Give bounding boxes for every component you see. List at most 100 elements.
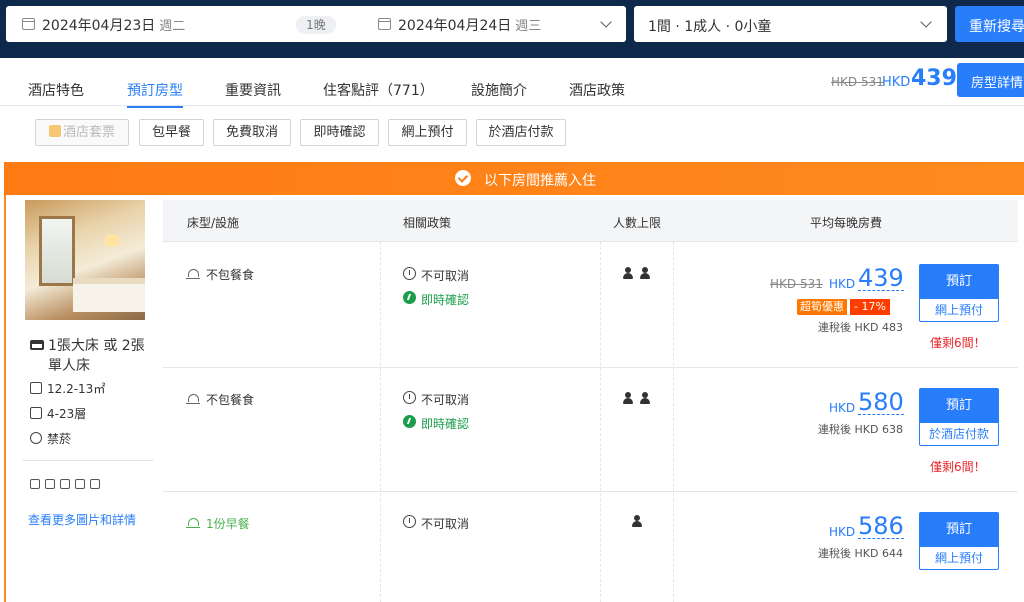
nav-original-price: HKD 531 (831, 75, 884, 89)
filter-package-label: 酒店套票 (62, 125, 115, 140)
room-photo[interactable] (25, 200, 145, 320)
filter-pay-at-hotel[interactable]: 於酒店付款 (476, 119, 566, 146)
header-policy: 相關政策 (403, 216, 452, 230)
rooms-left: 僅剩6間！ (930, 460, 986, 474)
meal-label: 1份早餐 (206, 517, 250, 531)
rooms-left: 僅剩6間！ (930, 336, 986, 350)
rate-table-header (163, 200, 1018, 242)
policy-instant-confirm: 即時確認 (403, 291, 469, 308)
policy-cancel: 不可取消 (403, 267, 469, 284)
checkin-date[interactable]: 2024年04月23日 週二 (42, 15, 185, 35)
policy-cancel-label: 不可取消 (421, 269, 470, 283)
room-floor-value: 4-23層 (47, 407, 87, 421)
person-icon (623, 267, 633, 279)
room-details-button[interactable]: 房型詳情 (957, 63, 1024, 97)
nav-lowest-price: 439 (911, 66, 957, 91)
bed-type: 1張大床 或 2張單人床 (48, 338, 145, 374)
date-range-picker[interactable]: 2024年04月23日 週二 1晚 2024年04月24日 週三 (6, 6, 626, 42)
policy-confirm-label: 即時確認 (421, 293, 470, 307)
row-divider (163, 491, 1018, 492)
tab-reviews[interactable]: 住客點評（771） (323, 80, 434, 100)
person-icon (632, 515, 642, 527)
room-photo-lamp (105, 234, 119, 246)
package-icon (48, 125, 61, 137)
room-size-value: 12.2-13㎡ (47, 382, 106, 396)
bath-icon (75, 479, 85, 489)
tab-rooms[interactable]: 預訂房型 (127, 80, 183, 108)
check-circle-icon (455, 170, 471, 186)
recommended-banner: 以下房間推薦入住 (4, 162, 1024, 195)
chevron-down-icon (920, 16, 932, 28)
header-max-guests: 人數上限 (613, 216, 662, 230)
header-nightly-rate: 平均每晚房費 (810, 216, 883, 230)
calendar-icon (378, 18, 391, 30)
checkout-weekday: 週三 (515, 19, 542, 34)
filter-breakfast[interactable]: 包早餐 (139, 119, 204, 146)
more-photos-link[interactable]: 查看更多圖片和詳情 (28, 511, 136, 528)
tax-inclusive-price: 連稅後 HKD 638 (818, 423, 903, 436)
filter-package[interactable]: 酒店套票 (35, 119, 129, 146)
checkout-date-value: 2024年04月24日 (398, 18, 512, 34)
meal-label: 不包餐食 (206, 393, 255, 407)
meal-info: 1份早餐 (186, 515, 250, 532)
calendar-icon (22, 18, 35, 30)
filter-prepay[interactable]: 網上預付 (388, 119, 467, 146)
book-button[interactable]: 預訂 網上預付 (919, 264, 999, 322)
promo-label: 超筍優惠 (797, 299, 847, 315)
area-icon (30, 382, 42, 394)
no-smoking-icon (30, 432, 42, 444)
no-meal-icon (186, 267, 200, 279)
tax-inclusive-price: 連稅後 HKD 644 (818, 547, 903, 560)
search-bar: 2024年04月23日 週二 1晚 2024年04月24日 週三 1間 · 1成人 … (0, 0, 1024, 58)
guest-selector[interactable]: 1間 · 1成人 · 0小童 (634, 6, 947, 42)
divider (22, 460, 154, 461)
book-button-label: 預訂 (920, 513, 998, 547)
amenity-icons (30, 479, 105, 492)
bed-icon (30, 479, 40, 489)
filter-free-cancel[interactable]: 免費取消 (213, 119, 291, 146)
policy-cancel: 不可取消 (403, 515, 469, 532)
tab-facilities[interactable]: 設施簡介 (471, 80, 527, 100)
tax-inclusive-price: 連稅後 HKD 483 (818, 321, 903, 334)
room-photo-window (39, 216, 75, 286)
info-icon (403, 267, 416, 280)
nightly-price[interactable]: 586 (858, 514, 904, 539)
book-button[interactable]: 預訂 網上預付 (919, 512, 999, 570)
book-button-label: 預訂 (920, 265, 998, 299)
currency: HKD (829, 401, 856, 415)
row-divider (163, 367, 1018, 368)
tab-important-info[interactable]: 重要資訊 (225, 80, 281, 100)
policy-cancel-label: 不可取消 (421, 393, 470, 407)
info-icon (403, 515, 416, 528)
tab-policies[interactable]: 酒店政策 (569, 80, 625, 100)
room-floor: 4-23層 (30, 405, 86, 422)
col-divider (600, 242, 601, 602)
payment-type: 網上預付 (934, 303, 983, 317)
book-button[interactable]: 預訂 於酒店付款 (919, 388, 999, 446)
header-bed-facility: 床型/設施 (187, 216, 240, 230)
checkin-weekday: 週二 (159, 19, 186, 34)
tab-features[interactable]: 酒店特色 (28, 80, 84, 100)
nightly-price[interactable]: 439 (858, 266, 904, 291)
research-button[interactable]: 重新搜尋 (955, 6, 1024, 42)
lightning-icon (403, 415, 416, 428)
chevron-down-icon[interactable] (600, 16, 612, 28)
promo-discount: - 17% (850, 299, 890, 315)
room-photo-bed (73, 278, 145, 312)
lightning-icon (403, 291, 416, 304)
nightly-price[interactable]: 580 (858, 390, 904, 415)
tv-icon (45, 479, 55, 489)
nights-badge: 1晚 (296, 16, 336, 34)
checkout-date[interactable]: 2024年04月24日 週三 (398, 15, 541, 35)
policy-cancel-label: 不可取消 (421, 517, 470, 531)
policy-cancel: 不可取消 (403, 391, 469, 408)
col-divider (673, 242, 674, 602)
person-icon (623, 392, 633, 404)
filter-instant-confirm[interactable]: 即時確認 (300, 119, 379, 146)
checkin-date-value: 2024年04月23日 (42, 18, 156, 34)
breakfast-icon (186, 516, 200, 528)
room-smoking: 禁菸 (30, 430, 71, 447)
toiletries-icon (90, 479, 100, 489)
currency: HKD (829, 277, 856, 291)
room-smoking-value: 禁菸 (47, 432, 72, 446)
